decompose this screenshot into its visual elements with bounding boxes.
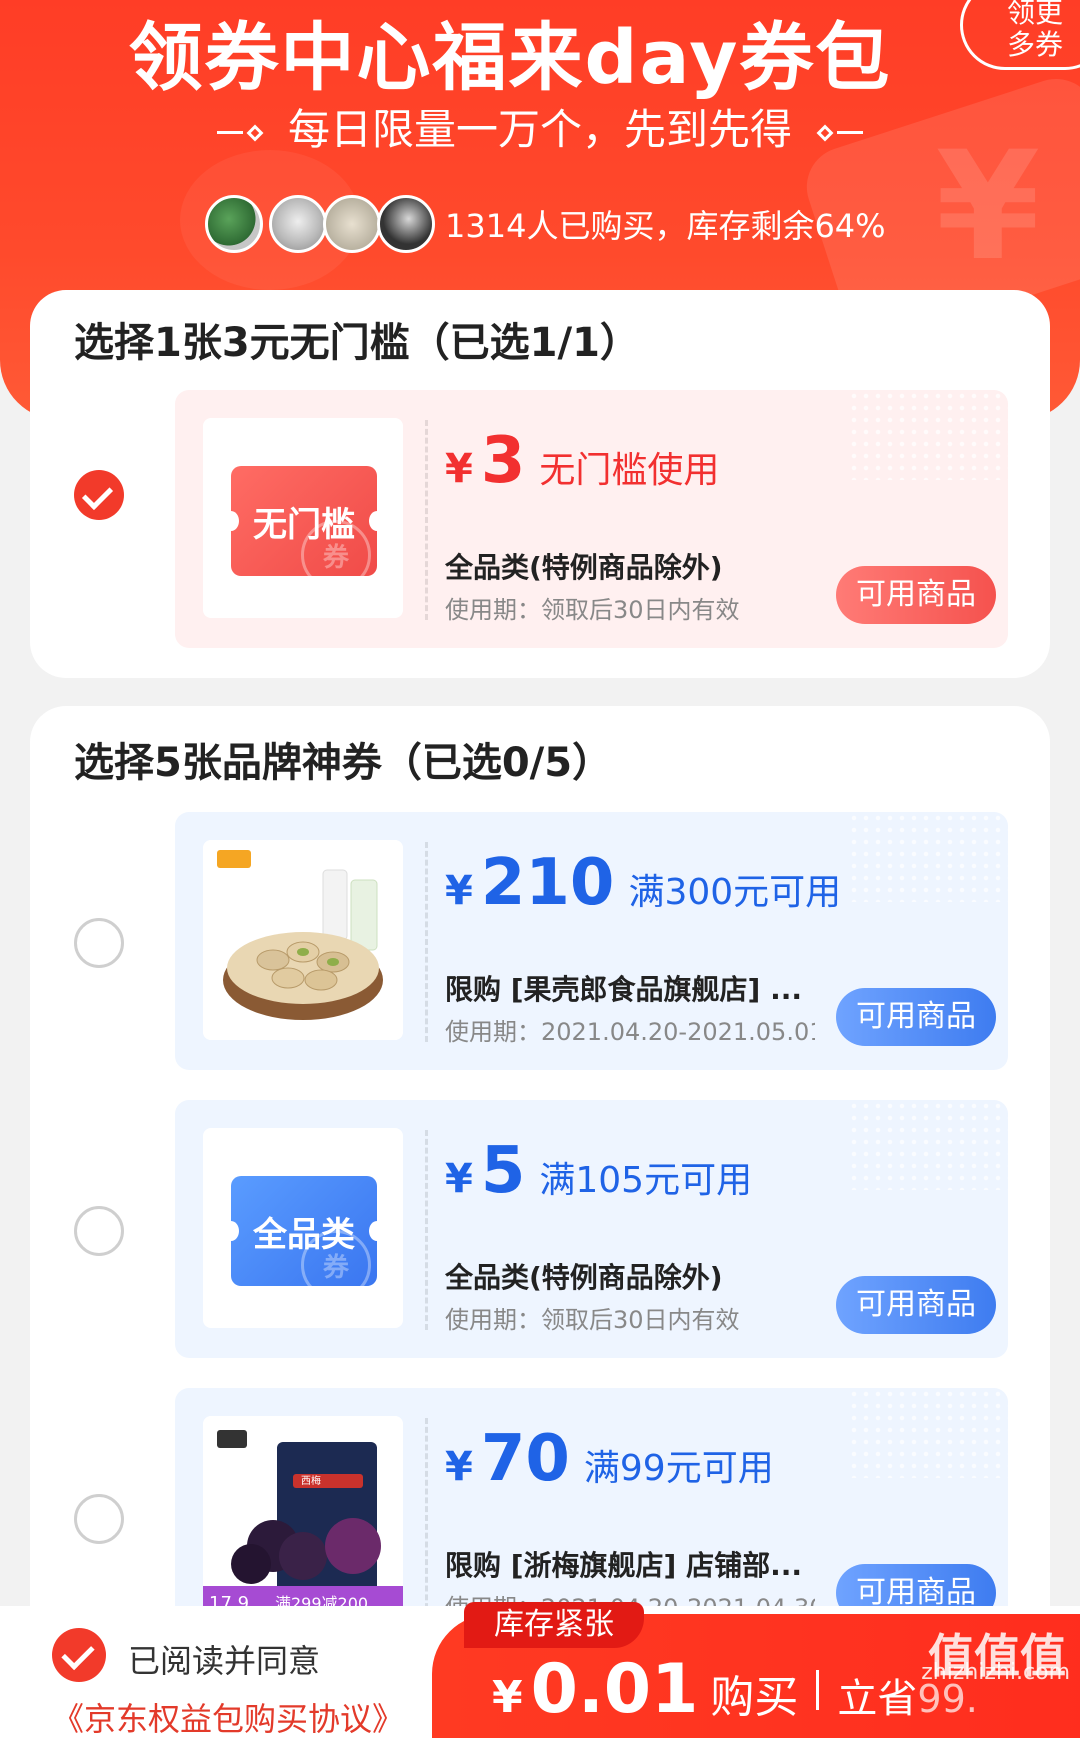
coupon-checkbox-checked[interactable] xyxy=(74,470,124,520)
coupon-scope: 限购 [果壳郎食品旗舰店] ... xyxy=(445,973,803,1006)
buyers-count-text: 1314人已购买，库存剩余64% xyxy=(445,207,886,245)
coupon-checkbox-unchecked[interactable] xyxy=(74,1494,124,1544)
dashed-divider xyxy=(425,842,428,1042)
ticket-icon: 无门槛 券 xyxy=(223,448,385,590)
ticket-hole xyxy=(223,511,239,531)
dot-pattern-decoration xyxy=(848,1100,1008,1190)
available-products-button[interactable]: 可用商品 xyxy=(836,988,996,1046)
coupon-seal-icon: 券 xyxy=(301,520,371,590)
buy-label: 购买 xyxy=(710,1672,799,1723)
prune-brand-text: 西梅 xyxy=(301,1474,321,1487)
ticket-notches-decoration xyxy=(175,872,183,1012)
coupon-condition: 满99元可用 xyxy=(583,1448,774,1489)
prune-product-image: 西梅 17.9 满299减200 xyxy=(203,1416,403,1616)
ticket-notches-decoration xyxy=(175,1448,183,1588)
diamond-decoration-icon xyxy=(816,124,834,141)
separator xyxy=(816,1669,820,1710)
dash-decoration xyxy=(216,131,243,134)
coupon-condition: 满105元可用 xyxy=(539,1160,753,1201)
coupon-amount: ¥ 5 满105元可用 xyxy=(445,1134,752,1208)
coupon-checkbox-unchecked[interactable] xyxy=(74,1206,124,1256)
coupon-condition: 满300元可用 xyxy=(628,872,842,913)
section-title: 选择5张品牌神券（已选0/5） xyxy=(74,740,613,786)
coupon-validity: 使用期：2021.04.20-2021.05.01 xyxy=(445,1018,815,1046)
dash-decoration xyxy=(837,131,864,134)
ticket-hole xyxy=(369,1221,385,1241)
available-products-button[interactable]: 可用商品 xyxy=(836,566,996,624)
coupon-card[interactable]: ¥ 210 满300元可用 限购 [果壳郎食品旗舰店] ... 使用期：2021… xyxy=(175,812,1008,1070)
currency-symbol: ¥ xyxy=(445,1444,473,1490)
prune-icon: 西梅 17.9 满299减200 xyxy=(203,1416,403,1616)
buyers-info: 1314人已购买，库存剩余64% xyxy=(205,194,886,254)
ticket-notches-decoration xyxy=(175,1160,183,1300)
subtitle-text: 每日限量一万个，先到先得 xyxy=(287,105,792,154)
coupon-thumbnail: 全品类 券 xyxy=(203,1128,403,1328)
ticket-icon: 全品类 券 xyxy=(223,1158,385,1300)
coupon-validity: 使用期：领取后30日内有效 xyxy=(445,596,740,624)
ticket-hole xyxy=(223,1221,239,1241)
subtitle: 每日限量一万个，先到先得 xyxy=(0,96,1080,157)
coupon-validity: 使用期：领取后30日内有效 xyxy=(445,1306,740,1334)
coupon-seal-icon: 券 xyxy=(301,1230,371,1300)
brand-coupon-section: 选择5张品牌神券（已选0/5） ¥ 210 满300元可用 限购 [果壳郎食品旗… xyxy=(30,706,1050,1738)
coupon-scope: 全品类(特例商品除外) xyxy=(445,551,723,584)
price-value: 0.01 xyxy=(530,1650,699,1729)
coupon-value: 210 xyxy=(480,846,615,920)
agreement-text: 已阅读并同意 xyxy=(128,1642,321,1680)
coupon-value: 5 xyxy=(480,1134,526,1208)
coupon-scope: 限购 [浙梅旗舰店] 店铺部... xyxy=(445,1549,803,1582)
save-label: 立省 xyxy=(837,1676,918,1722)
coupon-scope: 全品类(特例商品除外) xyxy=(445,1261,723,1294)
no-threshold-coupon-section: 选择1张3元无门槛（已选1/1） 无门槛 券 ¥ 3 无门槛使用 全品类(特例商… xyxy=(30,290,1050,678)
section-title: 选择1张3元无门槛（已选1/1） xyxy=(74,320,640,366)
coupon-condition: 无门槛使用 xyxy=(539,450,720,491)
agreement-checkbox-checked[interactable] xyxy=(52,1628,106,1682)
coupon-amount: ¥ 70 满99元可用 xyxy=(445,1422,774,1496)
avatar xyxy=(205,195,263,253)
coupon-value: 70 xyxy=(480,1422,570,1496)
more-coupons-button[interactable]: 领更多券 xyxy=(960,0,1080,70)
coupon-card[interactable]: 无门槛 券 ¥ 3 无门槛使用 全品类(特例商品除外) 使用期：领取后30日内有… xyxy=(175,390,1008,648)
coupon-amount: ¥ 3 无门槛使用 xyxy=(445,424,719,498)
more-coupons-label: 领更多券 xyxy=(1007,0,1064,61)
currency-symbol: ¥ xyxy=(445,868,473,914)
dot-pattern-decoration xyxy=(848,390,1008,480)
coupon-checkbox-unchecked[interactable] xyxy=(74,918,124,968)
dashed-divider xyxy=(425,420,428,620)
coupon-amount: ¥ 210 满300元可用 xyxy=(445,846,841,920)
stock-warning-badge: 库存紧张 xyxy=(464,1602,644,1648)
avatar xyxy=(377,195,435,253)
avatar xyxy=(269,195,327,253)
currency-symbol: ¥ xyxy=(445,1156,473,1202)
dashed-divider xyxy=(425,1130,428,1330)
dot-pattern-decoration xyxy=(848,1388,1008,1478)
ticket-hole xyxy=(369,511,385,531)
avatar xyxy=(323,195,381,253)
watermark-url: zhizhizhi.com xyxy=(921,1660,1070,1685)
pistachio-product-image xyxy=(203,840,403,1040)
pistachio-icon xyxy=(203,840,403,1040)
agreement-link[interactable]: 《京东权益包购买协议》 xyxy=(52,1694,404,1738)
ticket-notches-decoration xyxy=(175,450,183,590)
available-products-button[interactable]: 可用商品 xyxy=(836,1276,996,1334)
currency-symbol: ¥ xyxy=(492,1672,523,1723)
currency-symbol: ¥ xyxy=(445,446,473,492)
bottom-purchase-bar: 已阅读并同意 《京东权益包购买协议》 ¥ 0.01 购买 立省 99. 库存紧张 xyxy=(0,1602,1080,1738)
diamond-decoration-icon xyxy=(246,124,264,141)
page-title: 领券中心福来day券包 xyxy=(128,15,892,101)
coupon-thumbnail: 无门槛 券 xyxy=(203,418,403,618)
coupon-card[interactable]: 全品类 券 ¥ 5 满105元可用 全品类(特例商品除外) 使用期：领取后30日… xyxy=(175,1100,1008,1358)
dashed-divider xyxy=(425,1418,428,1618)
dot-pattern-decoration xyxy=(848,812,1008,902)
coupon-value: 3 xyxy=(480,424,526,498)
buy-price: ¥ 0.01 购买 立省 99. xyxy=(492,1650,978,1729)
